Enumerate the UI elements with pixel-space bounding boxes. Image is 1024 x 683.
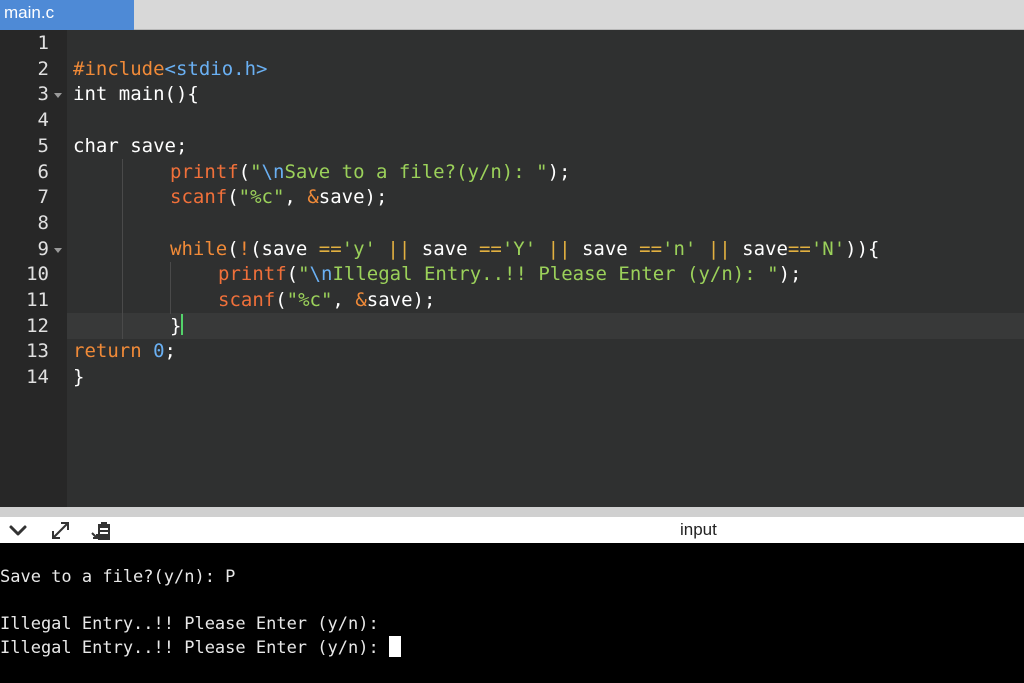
console-toolbar: input xyxy=(0,507,1024,543)
tab-main-c[interactable]: main.c xyxy=(0,0,134,30)
chevron-down-icon[interactable] xyxy=(6,520,32,542)
indent-guide xyxy=(170,262,171,314)
line-number: 13 xyxy=(26,340,49,363)
code-line-2: #include<stdio.h> xyxy=(73,57,268,80)
line-number: 9 xyxy=(37,237,49,260)
input-label: input xyxy=(680,520,717,539)
line-number: 7 xyxy=(37,186,49,209)
code-line-6: printf("\nSave to a file?(y/n): "); xyxy=(170,160,571,183)
line-number: 5 xyxy=(37,134,49,157)
line-number-gutter: 1 2 3 4 5 6 7 8 9 10 11 12 13 14 xyxy=(0,30,67,507)
code-line-13: return 0; xyxy=(73,340,176,363)
indent-guide xyxy=(122,159,123,339)
fold-toggle-icon[interactable] xyxy=(53,237,63,263)
line-number: 1 xyxy=(37,32,49,54)
line-number: 14 xyxy=(26,366,49,389)
line-number: 3 xyxy=(37,83,49,106)
code-line-11: scanf("%c", &save); xyxy=(218,289,436,311)
console-line: Save to a file?(y/n): P xyxy=(0,567,236,587)
line-number: 8 xyxy=(37,211,49,234)
code-line-14: } xyxy=(73,366,85,389)
code-editor[interactable]: 1 2 3 4 5 6 7 8 9 10 11 12 13 14 #includ… xyxy=(0,30,1024,507)
expand-icon[interactable] xyxy=(48,520,74,542)
console-output[interactable]: Save to a file?(y/n): P Illegal Entry..!… xyxy=(0,543,1024,683)
code-line-12: } xyxy=(170,313,184,337)
line-number: 2 xyxy=(37,57,49,80)
line-number: 11 xyxy=(26,289,49,311)
code-line-7: scanf("%c", &save); xyxy=(170,186,388,209)
console-line: Illegal Entry..!! Please Enter (y/n): xyxy=(0,614,389,634)
code-line-9: while(!(save =='y' || save =='Y' || save… xyxy=(170,237,880,260)
code-line-3: int main(){ xyxy=(73,83,199,106)
code-line-5: char save; xyxy=(73,134,188,157)
fold-toggle-icon[interactable] xyxy=(53,82,63,108)
code-line-10: printf("\nIllegal Entry..!! Please Enter… xyxy=(218,263,802,286)
text-caret xyxy=(181,313,184,335)
line-number: 12 xyxy=(26,314,49,337)
active-line-highlight xyxy=(67,313,1024,339)
line-number: 10 xyxy=(26,263,49,286)
line-number: 6 xyxy=(37,160,49,183)
line-number: 4 xyxy=(37,109,49,132)
clipboard-icon[interactable] xyxy=(90,520,116,542)
console-cursor xyxy=(388,636,401,657)
tab-bar: main.c xyxy=(0,0,1024,30)
console-line: Illegal Entry..!! Please Enter (y/n): xyxy=(0,636,401,660)
